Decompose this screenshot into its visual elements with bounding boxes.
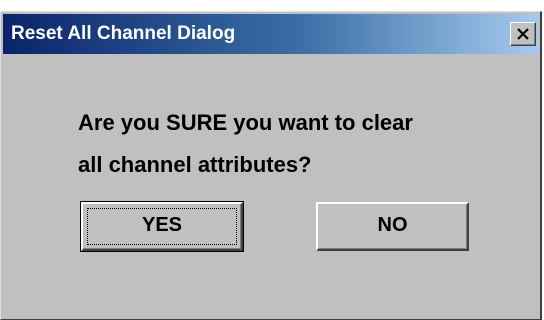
yes-button-focus-rect: YES <box>87 208 237 245</box>
close-icon <box>517 28 529 40</box>
close-button[interactable] <box>510 22 536 46</box>
message-line-2: all channel attributes? <box>78 152 312 177</box>
confirmation-message: Are you SURE you want to clear all chann… <box>78 102 518 186</box>
yes-button[interactable]: YES <box>80 201 244 252</box>
no-button[interactable]: NO <box>316 202 469 251</box>
dialog-window: Reset All Channel Dialog Are you SURE yo… <box>0 11 542 320</box>
yes-button-label: YES <box>141 214 183 236</box>
window-title: Reset All Channel Dialog <box>11 23 236 44</box>
no-button-label: NO <box>377 214 408 236</box>
title-bar[interactable]: Reset All Channel Dialog <box>3 14 539 54</box>
message-line-1: Are you SURE you want to clear <box>78 110 413 135</box>
